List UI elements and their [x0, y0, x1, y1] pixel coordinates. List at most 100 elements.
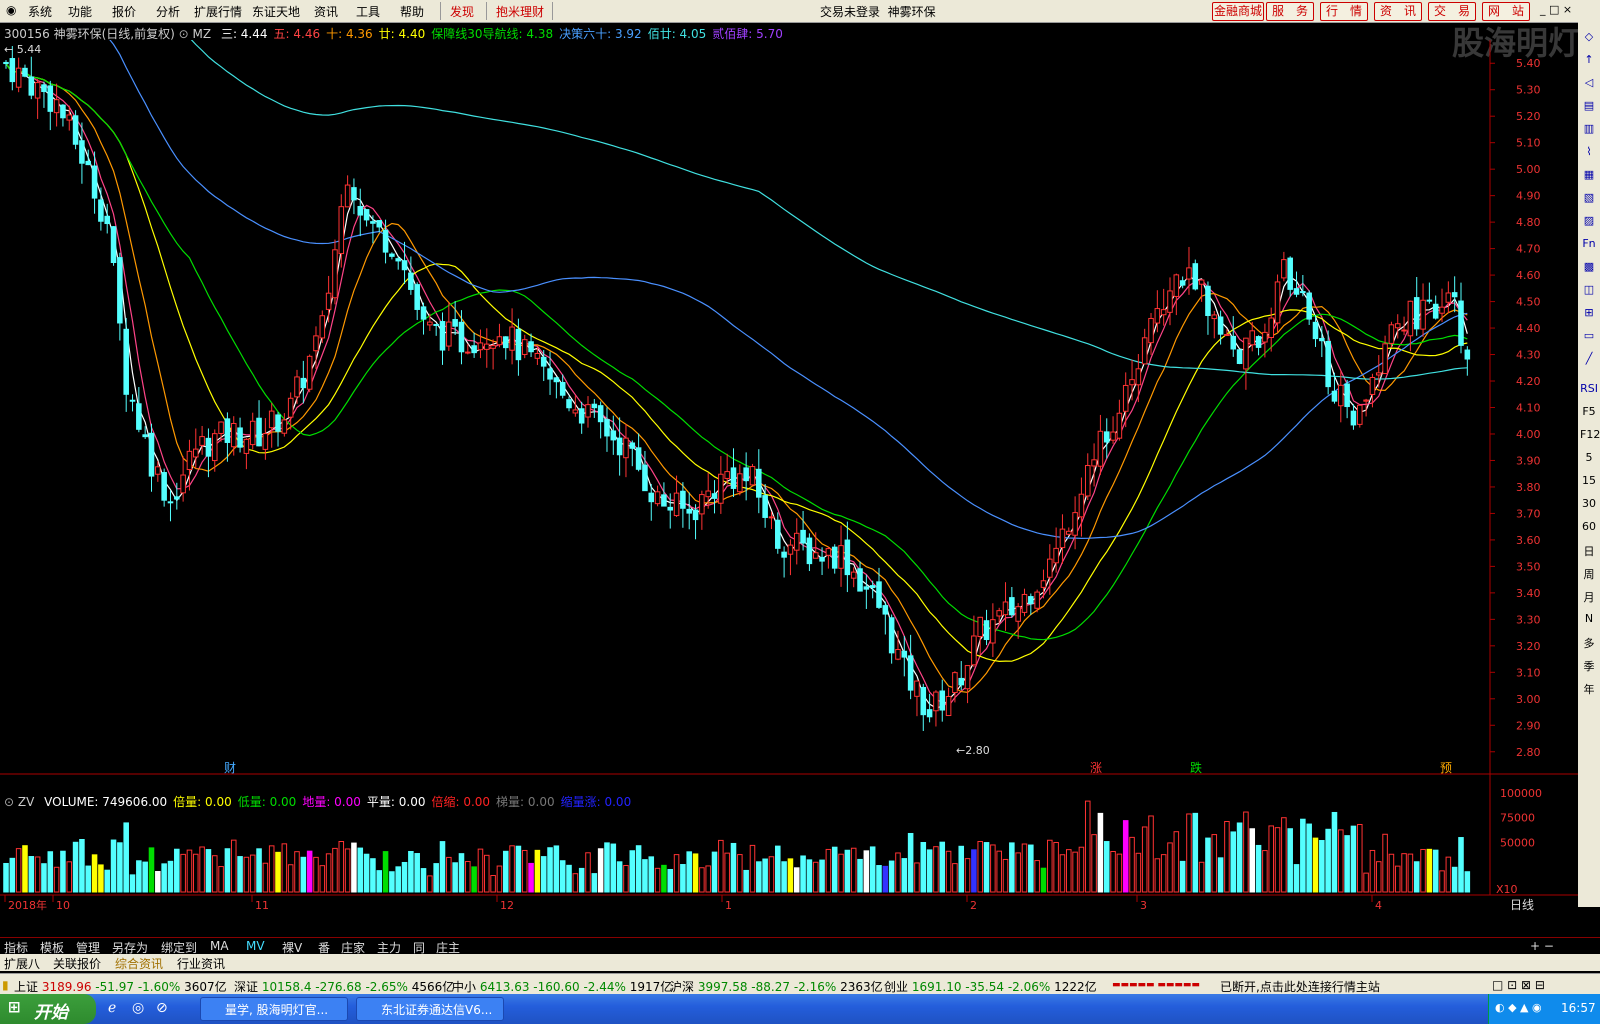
candle-body	[1173, 274, 1180, 297]
menu-tools[interactable]: 工具	[356, 3, 380, 20]
window-controls[interactable]: _ □ ×	[1540, 3, 1572, 16]
period-11[interactable]: 多	[1580, 635, 1598, 651]
tool-icon-6[interactable]: ▦	[1580, 168, 1598, 184]
tool-icon-4[interactable]: ▥	[1580, 122, 1598, 138]
tray-icons[interactable]: ◐ ◆ ▲ ◉	[1495, 1001, 1542, 1014]
period-12[interactable]: 季	[1580, 658, 1598, 674]
volume-bar	[1401, 853, 1407, 893]
index-sz[interactable]: 深证 10158.4 -276.68 -2.65% 4566亿	[234, 978, 454, 995]
tool-icon-11[interactable]: ◫	[1580, 283, 1598, 299]
tool-icon-13[interactable]: ▭	[1580, 329, 1598, 345]
period-10[interactable]: N	[1580, 612, 1598, 628]
period-4[interactable]: 15	[1580, 474, 1598, 490]
candle-body	[528, 341, 534, 353]
quicklaunch-icon-2[interactable]: ⊘	[156, 1000, 168, 1016]
volume-bar	[1217, 857, 1224, 893]
info-tab-1[interactable]: 关联报价	[53, 955, 101, 972]
task-liangxue[interactable]: 量学, 股海明灯官...	[200, 997, 348, 1021]
volume-bar	[1122, 820, 1129, 893]
quote-button[interactable]: 行 情	[1320, 2, 1368, 21]
volume-bar	[1287, 828, 1293, 893]
tray-small-icons[interactable]: □ ⊡ ⊠ ⊟	[1492, 978, 1545, 992]
period-1[interactable]: F5	[1580, 405, 1598, 421]
period-9[interactable]: 月	[1580, 589, 1598, 605]
mall-button[interactable]: 金融商城	[1212, 2, 1264, 21]
volume-bar	[692, 853, 699, 893]
volume-bar	[376, 870, 383, 893]
volume-bar	[319, 865, 326, 893]
period-2[interactable]: F12	[1580, 428, 1600, 444]
tool-icon-14[interactable]: ╱	[1580, 352, 1598, 368]
settings-icon[interactable]: ⊙	[4, 795, 14, 809]
menu-discover[interactable]: 发现	[450, 3, 474, 20]
period-3[interactable]: 5	[1580, 451, 1598, 467]
candle-body	[869, 585, 876, 589]
period-6[interactable]: 60	[1580, 520, 1598, 536]
tool-icon-9[interactable]: Fn	[1580, 237, 1598, 253]
connection-status[interactable]: 已断开,点击此处连接行情主站	[1220, 978, 1380, 995]
service-button[interactable]: 服 务	[1266, 2, 1314, 21]
period-0[interactable]: RSI	[1580, 382, 1598, 398]
volume-bar	[831, 846, 838, 893]
volume-bar	[737, 854, 743, 893]
quicklaunch-icon[interactable]: ◎	[132, 1000, 144, 1016]
period-7[interactable]: 日	[1580, 543, 1598, 559]
menu-news[interactable]: 资讯	[314, 3, 338, 20]
candlesticks[interactable]	[3, 46, 1471, 731]
index-hs[interactable]: 沪深 3997.58 -88.27 -2.16% 2363亿	[670, 978, 883, 995]
info-tab-3[interactable]: 行业资讯	[177, 955, 225, 972]
volume-bar	[1357, 823, 1363, 893]
index-cy[interactable]: 创业 1691.10 -35.54 -2.06% 1222亿	[884, 978, 1097, 995]
task-tdx[interactable]: 东北证券通达信V6...	[356, 997, 504, 1021]
volume-bar	[9, 857, 16, 893]
tool-icon-5[interactable]: ⌇	[1580, 145, 1598, 161]
candle-body	[756, 468, 762, 498]
info-tab-2[interactable]: 综合资讯	[115, 955, 163, 972]
tool-icon-8[interactable]: ▨	[1580, 214, 1598, 230]
start-button[interactable]: ⊞ 开始	[0, 994, 96, 1024]
menu-analysis[interactable]: 分析	[156, 3, 180, 20]
volume-bar	[1439, 870, 1445, 893]
candle-body	[1072, 512, 1078, 536]
menu-function[interactable]: 功能	[68, 3, 92, 20]
candle-body	[945, 695, 952, 717]
volume-bar	[1306, 823, 1312, 893]
app-icon[interactable]: ◉	[6, 3, 16, 17]
period-8[interactable]: 周	[1580, 566, 1598, 582]
tool-icon-1[interactable]: ↑	[1580, 53, 1598, 69]
menu-ext-quote[interactable]: 扩展行情	[194, 3, 242, 20]
indicator-tab-5[interactable]: MA	[210, 939, 229, 953]
ie-icon[interactable]: ℯ	[108, 1000, 116, 1016]
index-sh[interactable]: 上证 3189.96 -51.97 -1.60% 3607亿	[14, 978, 227, 995]
menu-baomi[interactable]: 抱米理财	[496, 3, 544, 20]
candle-body	[1439, 306, 1445, 314]
info-tab-0[interactable]: 扩展八	[4, 955, 40, 972]
volume-bar	[895, 852, 901, 893]
indicator-tab-6[interactable]: MV	[246, 939, 265, 953]
candle-body	[53, 99, 60, 114]
tool-icon-3[interactable]: ▤	[1580, 99, 1598, 115]
tool-icon-12[interactable]: ⊞	[1580, 306, 1598, 322]
menu-quote[interactable]: 报价	[112, 3, 136, 20]
event-marker-2: 跌	[1190, 760, 1202, 775]
price-tick-8: 4.60	[1516, 269, 1541, 282]
chevron-icon[interactable]: ⊙	[179, 27, 189, 41]
menu-dongzheng[interactable]: 东证天地	[252, 3, 300, 20]
news-button[interactable]: 资 讯	[1374, 2, 1422, 21]
zoom-controls[interactable]: + −	[1530, 939, 1554, 953]
menu-help[interactable]: 帮助	[400, 3, 424, 20]
volume-bar	[136, 860, 142, 893]
index-zx[interactable]: 中小 6413.63 -160.60 -2.44% 1917亿	[452, 978, 672, 995]
menu-system[interactable]: 系统	[28, 3, 52, 20]
period-13[interactable]: 年	[1580, 681, 1598, 697]
tool-icon-2[interactable]: ◁	[1580, 76, 1598, 92]
tool-icon-10[interactable]: ▩	[1580, 260, 1598, 276]
volume-bar	[718, 839, 724, 893]
volume-bar	[572, 873, 579, 893]
candle-body	[1445, 292, 1452, 303]
period-5[interactable]: 30	[1580, 497, 1598, 513]
tool-icon-7[interactable]: ▧	[1580, 191, 1598, 207]
tool-icon-0[interactable]: ◇	[1580, 30, 1598, 46]
candle-body	[148, 432, 155, 477]
candle-body	[1110, 431, 1116, 441]
